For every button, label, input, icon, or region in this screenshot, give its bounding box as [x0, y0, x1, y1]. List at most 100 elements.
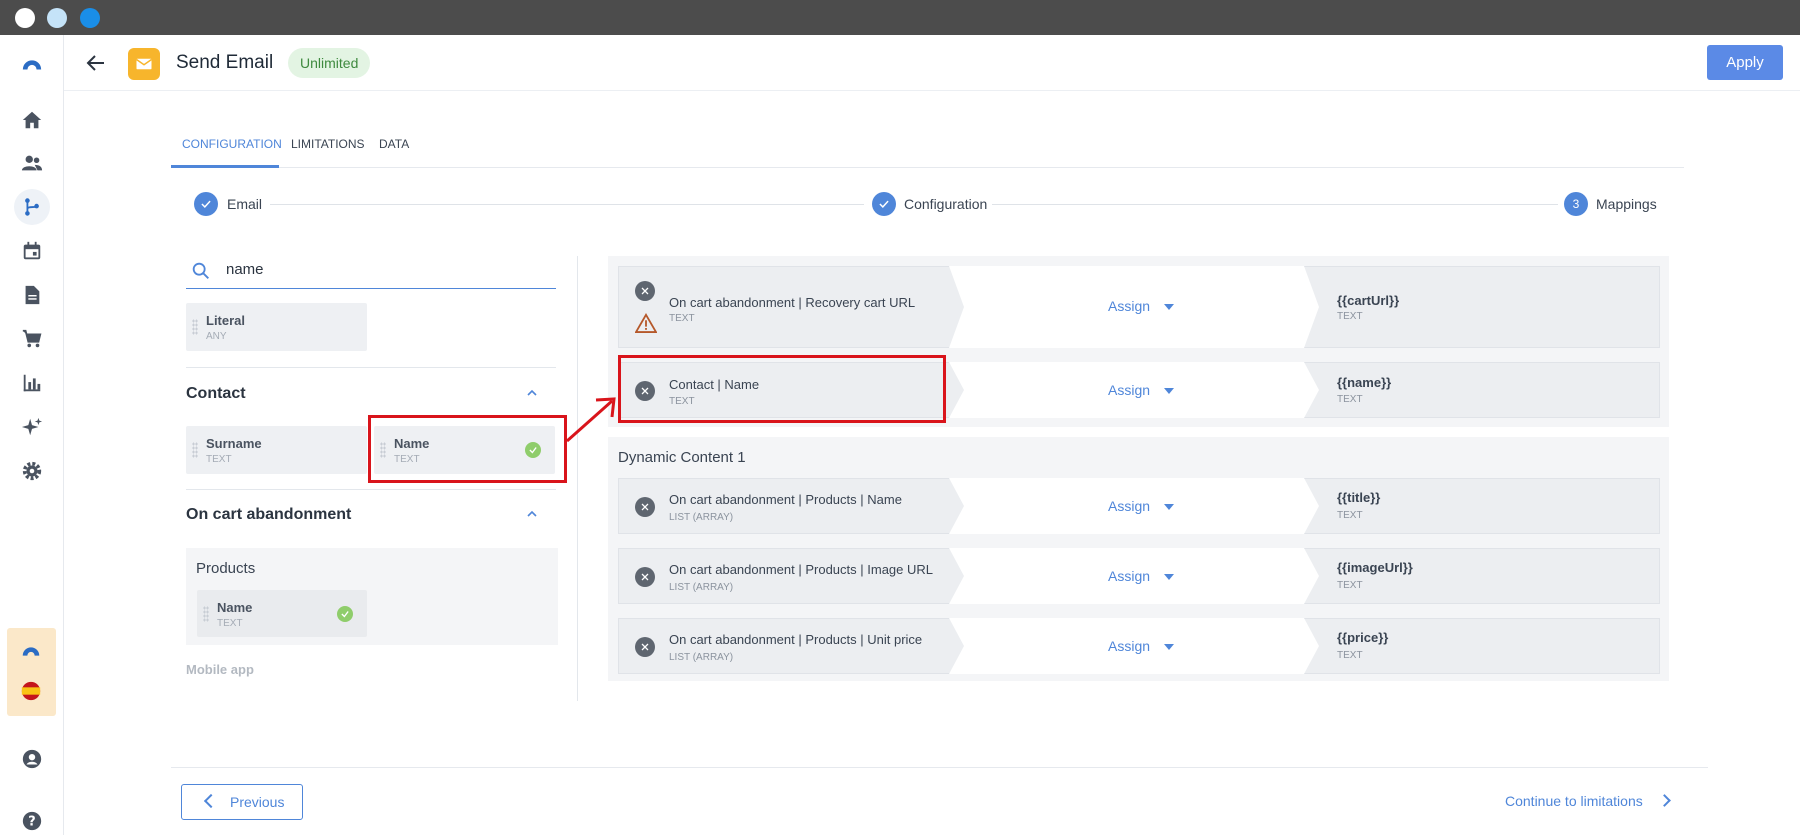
apply-button[interactable]: Apply	[1707, 45, 1783, 80]
brand-mini-logo-icon	[22, 647, 40, 656]
chevron-left-icon	[203, 793, 219, 809]
mapping-target-name: {{title}}	[1337, 490, 1381, 505]
step-mappings-number[interactable]: 3	[1564, 192, 1588, 216]
step-connector	[992, 204, 1558, 205]
workflows-icon[interactable]	[14, 189, 50, 225]
remove-mapping-icon[interactable]	[635, 567, 655, 587]
mapping-row[interactable]: On cart abandonment | Products | Image U…	[618, 548, 1660, 604]
highlight-box-name-mapping	[618, 355, 946, 423]
highlight-box-name-field	[368, 415, 567, 483]
email-app-icon	[128, 48, 160, 80]
window-maximize-dot[interactable]	[80, 8, 100, 28]
home-icon[interactable]	[14, 102, 50, 138]
chevron-down-icon[interactable]	[1164, 644, 1174, 650]
search-input[interactable]	[226, 261, 546, 278]
back-arrow-icon[interactable]	[84, 51, 108, 75]
mapping-target-type: TEXT	[1337, 650, 1363, 661]
mapping-target-name: {{name}}	[1337, 375, 1392, 390]
chevron-down-icon[interactable]	[1164, 574, 1174, 580]
tab-data[interactable]: DATA	[379, 137, 409, 151]
remove-mapping-icon[interactable]	[635, 637, 655, 657]
chevron-up-icon[interactable]	[526, 387, 538, 399]
assign-dropdown[interactable]: Assign	[1108, 382, 1150, 398]
ai-sparkle-icon[interactable]	[14, 409, 50, 445]
window-minimize-dot[interactable]	[47, 8, 67, 28]
assign-dropdown[interactable]: Assign	[1108, 298, 1150, 314]
chevron-down-icon[interactable]	[1164, 504, 1174, 510]
field-type: ANY	[206, 331, 227, 342]
account-widget[interactable]	[7, 628, 56, 716]
contacts-icon[interactable]	[14, 145, 50, 181]
highlight-arrow	[566, 397, 616, 443]
section-title-mobile-app[interactable]: Mobile app	[186, 662, 254, 677]
field-chip-product-name[interactable]: Name TEXT	[197, 590, 367, 637]
tab-bar: CONFIGURATION LIMITATIONS DATA	[171, 120, 1684, 168]
window-titlebar	[0, 0, 1800, 35]
svg-text:?: ?	[28, 815, 35, 830]
remove-mapping-icon[interactable]	[635, 497, 655, 517]
status-badge: Unlimited	[288, 48, 371, 78]
chevron-right-icon[interactable]	[1658, 794, 1671, 807]
chevron-up-icon[interactable]	[526, 508, 538, 520]
tab-configuration[interactable]: CONFIGURATION	[182, 137, 282, 151]
drag-handle-icon[interactable]	[192, 442, 198, 458]
cart-icon[interactable]	[14, 321, 50, 357]
analytics-icon[interactable]	[14, 365, 50, 401]
previous-label: Previous	[230, 794, 285, 810]
window-close-dot[interactable]	[15, 8, 35, 28]
spain-flag-icon[interactable]	[20, 680, 42, 702]
continue-to-limitations-link[interactable]: Continue to limitations	[1505, 793, 1643, 809]
field-type: TEXT	[217, 618, 243, 629]
assign-dropdown[interactable]: Assign	[1108, 498, 1150, 514]
drag-handle-icon[interactable]	[203, 606, 209, 622]
user-account-icon[interactable]	[14, 741, 50, 777]
mapping-target-type: TEXT	[1337, 510, 1363, 521]
page-title: Send Email	[176, 52, 274, 73]
active-tab-indicator	[171, 165, 279, 168]
step-mappings-label[interactable]: Mappings	[1596, 196, 1657, 212]
mapping-source-type: LIST (ARRAY)	[669, 582, 734, 593]
help-icon[interactable]: ?	[14, 803, 50, 835]
divider	[186, 489, 556, 490]
field-search	[186, 255, 556, 289]
mapping-target-name: {{price}}	[1337, 630, 1389, 645]
step-email-check-icon[interactable]	[194, 192, 218, 216]
mapping-row[interactable]: On cart abandonment | Recovery cart URL …	[618, 266, 1660, 348]
field-chip-surname[interactable]: Surname TEXT	[186, 426, 367, 474]
mapping-source-type: LIST (ARRAY)	[669, 512, 734, 523]
divider	[186, 367, 556, 368]
field-chip-literal[interactable]: Literal ANY	[186, 303, 367, 351]
mapping-source-name: On cart abandonment | Products | Name	[669, 492, 902, 507]
field-name: Name	[217, 600, 253, 615]
remove-mapping-icon[interactable]	[635, 281, 655, 301]
step-configuration-label[interactable]: Configuration	[904, 196, 987, 212]
document-icon[interactable]	[14, 277, 50, 313]
mapping-source-type: TEXT	[669, 313, 695, 324]
mapped-check-icon	[337, 606, 353, 622]
section-title-cart-abandonment[interactable]: On cart abandonment	[186, 506, 351, 524]
mapping-target-type: TEXT	[1337, 394, 1363, 405]
dynamic-content-title: Dynamic Content 1	[618, 449, 746, 466]
assign-dropdown[interactable]: Assign	[1108, 568, 1150, 584]
field-name: Literal	[206, 313, 246, 328]
mapping-row[interactable]: On cart abandonment | Products | Name LI…	[618, 478, 1660, 534]
section-title-contact[interactable]: Contact	[186, 385, 246, 403]
step-configuration-check-icon[interactable]	[872, 192, 896, 216]
drag-handle-icon[interactable]	[192, 319, 198, 335]
chevron-down-icon[interactable]	[1164, 388, 1174, 394]
mapping-source-name: On cart abandonment | Products | Unit pr…	[669, 632, 923, 647]
logo-icon[interactable]	[14, 46, 50, 82]
chevron-down-icon[interactable]	[1164, 304, 1174, 310]
step-email-label[interactable]: Email	[227, 196, 262, 212]
panel-separator	[577, 256, 578, 701]
products-group: Products Name TEXT	[186, 548, 558, 645]
calendar-icon[interactable]	[14, 233, 50, 269]
settings-gear-icon[interactable]	[14, 453, 50, 489]
assign-dropdown[interactable]: Assign	[1108, 638, 1150, 654]
mapping-row[interactable]: On cart abandonment | Products | Unit pr…	[618, 618, 1660, 674]
mapping-source-type: LIST (ARRAY)	[669, 652, 734, 663]
tab-limitations[interactable]: LIMITATIONS	[291, 137, 365, 151]
mapping-target-type: TEXT	[1337, 311, 1363, 322]
previous-button[interactable]: Previous	[181, 784, 303, 820]
mapping-target-name: {{imageUrl}}	[1337, 560, 1413, 575]
